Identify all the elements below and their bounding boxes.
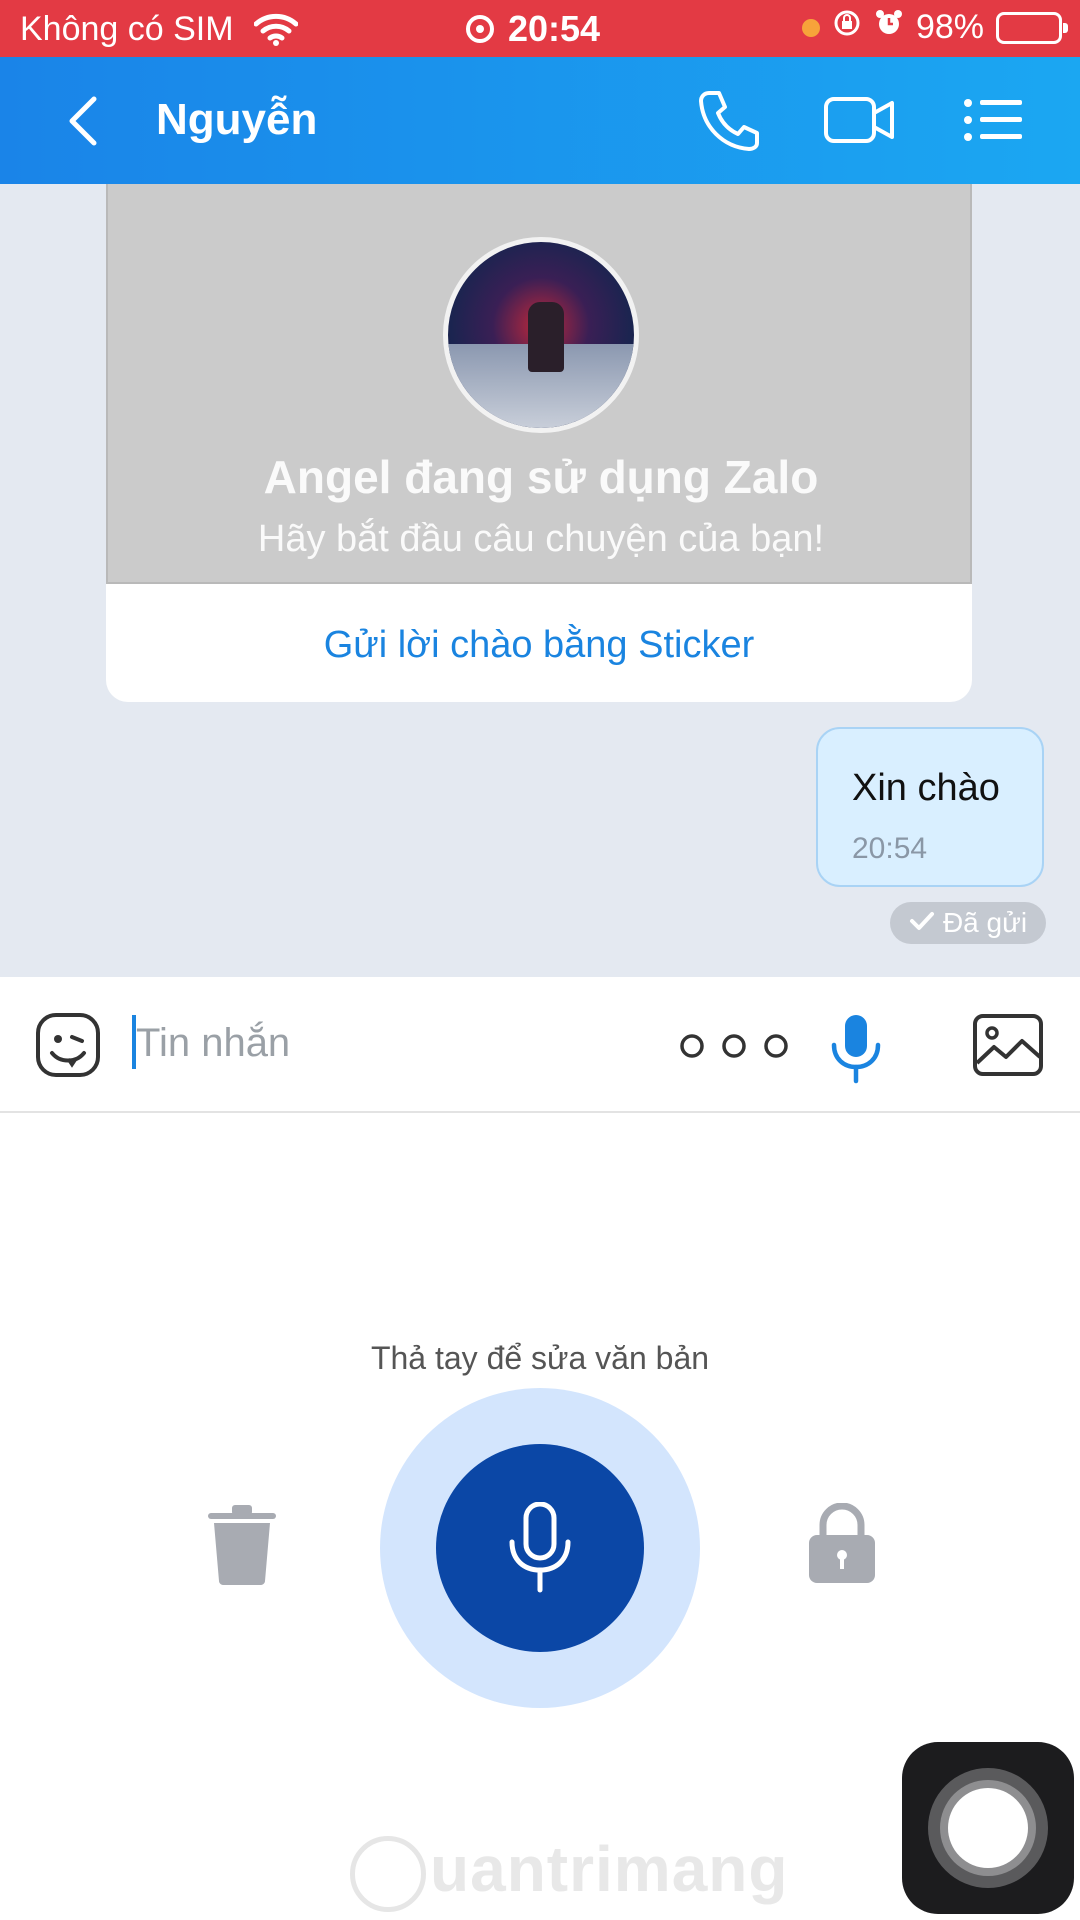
image-icon[interactable] <box>972 1013 1044 1077</box>
intro-title: Angel đang sử dụng Zalo <box>263 451 819 503</box>
sent-status-label: Đã gửi <box>942 907 1028 938</box>
intro-card-banner: Angel đang sử dụng Zalo Hãy bắt đầu câu … <box>106 184 972 584</box>
sent-status-badge: Đã gửi <box>890 902 1046 944</box>
more-dots-icon[interactable] <box>678 1033 790 1059</box>
intro-subtitle: Hãy bắt đầu câu chuyện của bạn! <box>257 518 825 560</box>
phone-icon[interactable] <box>693 87 763 153</box>
contact-name[interactable]: Nguyễn <box>156 95 317 145</box>
avatar[interactable] <box>443 237 639 433</box>
watermark-logo <box>350 1836 426 1912</box>
chat-header: Nguyễn <box>0 57 1080 184</box>
screen-record-icon <box>466 15 494 43</box>
emoji-face-icon[interactable] <box>34 1011 102 1079</box>
microphone-icon[interactable] <box>828 1013 884 1085</box>
status-bar: Không có SIM 20:54 98% <box>0 0 1080 57</box>
assistive-touch-button[interactable] <box>902 1742 1074 1914</box>
wifi-icon <box>253 12 299 51</box>
video-camera-icon[interactable] <box>822 87 894 153</box>
chat-area[interactable]: Angel đang sử dụng Zalo Hãy bắt đầu câu … <box>0 184 1080 977</box>
check-icon <box>909 907 935 939</box>
battery-icon <box>996 11 1068 44</box>
send-sticker-greeting-link[interactable]: Gửi lời chào bằng Sticker <box>106 624 972 667</box>
trash-icon[interactable] <box>206 1505 278 1585</box>
intro-card: Angel đang sử dụng Zalo Hãy bắt đầu câu … <box>106 184 972 702</box>
alarm-icon <box>874 8 904 47</box>
voice-hint: Thả tay để sửa văn bản <box>370 1340 710 1376</box>
carrier-label: Không có SIM <box>20 10 234 48</box>
rotation-lock-icon <box>832 8 862 47</box>
message-input[interactable]: Tin nhắn <box>136 1021 290 1066</box>
watermark-text: uantrimang <box>430 1833 789 1905</box>
privacy-indicator-dot <box>801 18 820 37</box>
battery-percent: 98% <box>915 8 984 46</box>
message-input-bar: Tin nhắn <box>0 977 1080 1113</box>
back-chevron-icon[interactable] <box>60 93 110 149</box>
list-menu-icon[interactable] <box>960 87 1030 153</box>
microphone-icon <box>509 1502 571 1593</box>
status-time: 20:54 <box>508 8 601 49</box>
message-text: Xin chào <box>852 767 1000 809</box>
message-time: 20:54 <box>852 832 928 865</box>
record-voice-button[interactable] <box>436 1444 644 1652</box>
message-bubble[interactable]: Xin chào 20:54 <box>816 727 1044 887</box>
lock-icon[interactable] <box>807 1502 877 1583</box>
